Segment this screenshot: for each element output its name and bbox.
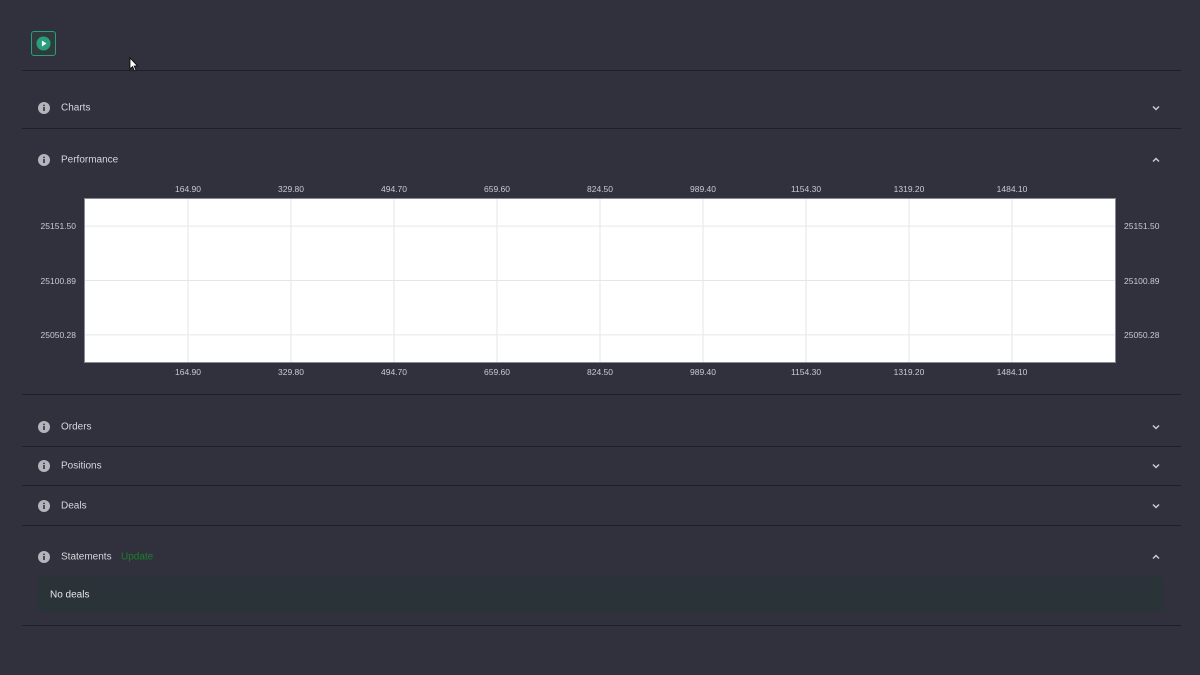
orders-section: Orders [22, 408, 1181, 447]
section-title: Orders [61, 421, 92, 433]
y-tick-label: 25151.50 [1124, 221, 1160, 232]
x-tick-label: 329.80 [278, 184, 304, 194]
x-tick-label: 989.40 [690, 367, 716, 377]
statements-panel: No deals [38, 577, 1163, 612]
chevron-down-icon[interactable] [1151, 103, 1161, 113]
positions-section: Positions [22, 447, 1181, 486]
chevron-down-icon[interactable] [1151, 461, 1161, 471]
x-tick-label: 1484.10 [996, 367, 1028, 377]
info-icon [38, 499, 50, 512]
charts-section: Charts [22, 90, 1181, 129]
app-page: Charts Performance 164.90 164.90 329.80 … [0, 0, 1200, 675]
plot-area[interactable] [84, 198, 1116, 363]
x-tick-label: 1319.20 [893, 184, 925, 194]
play-icon [36, 36, 51, 51]
orders-header[interactable]: Orders [22, 408, 1181, 446]
y-tick-label: 25050.28 [40, 329, 76, 340]
x-tick-label: 989.40 [690, 184, 716, 194]
statements-section: Statements Update No deals [22, 539, 1181, 626]
section-title: Positions [61, 460, 102, 472]
x-tick-label: 494.70 [381, 184, 407, 194]
info-icon [38, 154, 50, 166]
x-tick-label: 824.50 [587, 367, 613, 377]
section-title: Statements [61, 551, 112, 563]
plot-grid [85, 199, 1115, 362]
performance-header[interactable]: Performance [22, 142, 1181, 178]
x-tick-label: 1154.30 [790, 367, 822, 377]
x-tick-label: 1484.10 [996, 184, 1028, 194]
section-title: Deals [61, 500, 87, 511]
chevron-down-icon[interactable] [1151, 422, 1161, 432]
x-tick-label: 1154.30 [790, 184, 822, 194]
info-icon [38, 102, 50, 114]
x-tick-label: 494.70 [381, 367, 407, 377]
y-tick-label: 25151.50 [40, 221, 76, 232]
run-button[interactable] [31, 31, 56, 56]
update-link[interactable]: Update [121, 552, 153, 563]
x-tick-label: 659.60 [484, 367, 510, 377]
chevron-up-icon[interactable] [1151, 552, 1161, 562]
info-icon [38, 551, 50, 563]
performance-chart: 164.90 164.90 329.80 329.80 494.70 494.70 659.… [0, 180, 1200, 380]
mouse-cursor-icon [129, 57, 139, 72]
chevron-down-icon[interactable] [1151, 501, 1161, 511]
empty-message: No deals [50, 589, 90, 600]
toolbar [22, 20, 1181, 71]
deals-section: Deals [22, 486, 1181, 526]
info-icon [38, 460, 50, 472]
positions-header[interactable]: Positions [22, 447, 1181, 485]
chevron-up-icon[interactable] [1151, 155, 1161, 165]
x-tick-label: 329.80 [278, 367, 304, 377]
x-tick-label: 164.90 [175, 367, 201, 377]
y-tick-label: 25050.28 [1124, 329, 1160, 340]
section-title: Charts [61, 102, 91, 114]
y-tick-label: 25100.89 [40, 275, 76, 286]
x-tick-label: 1319.20 [893, 367, 925, 377]
section-title: Performance [61, 154, 119, 166]
y-tick-label: 25100.89 [1124, 275, 1160, 286]
x-tick-label: 659.60 [484, 184, 510, 194]
x-tick-label: 824.50 [587, 184, 613, 194]
charts-header[interactable]: Charts [22, 90, 1181, 126]
info-icon [38, 421, 50, 433]
deals-header[interactable]: Deals [22, 486, 1181, 525]
statements-header[interactable]: Statements Update [22, 539, 1181, 575]
x-tick-label: 164.90 [175, 184, 201, 194]
